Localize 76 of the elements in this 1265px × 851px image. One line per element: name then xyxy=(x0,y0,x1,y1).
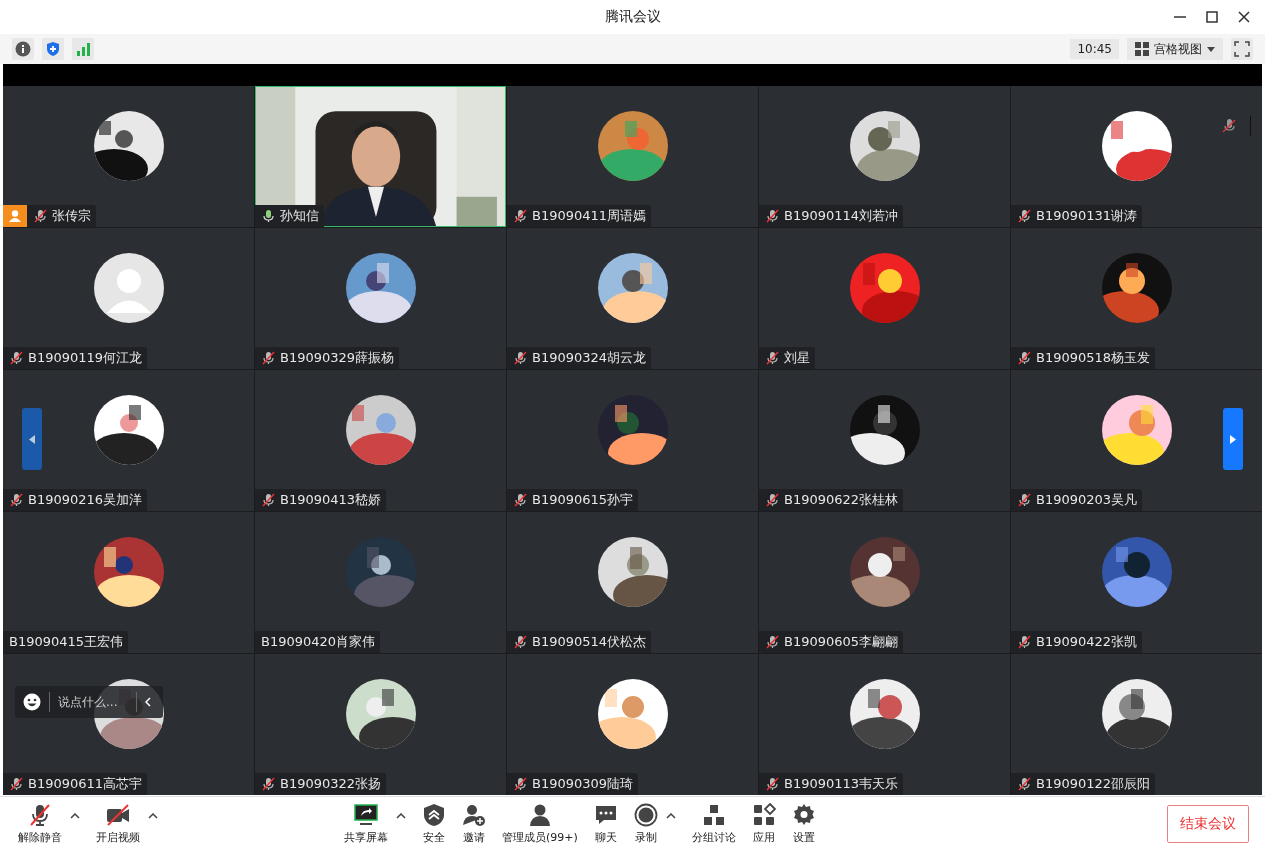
toolbar-button[interactable]: 解除静音 xyxy=(10,803,88,845)
participant-name: B19090411周语嫣 xyxy=(532,207,647,225)
screen-share-icon xyxy=(354,803,378,827)
toolbar-button[interactable]: 分组讨论 xyxy=(683,803,744,845)
chat-input-field[interactable]: 说点什么... xyxy=(58,695,128,709)
participant-name: 张传宗 xyxy=(52,207,91,225)
security-button[interactable] xyxy=(42,38,64,60)
participant-name: 刘星 xyxy=(784,349,810,367)
info-button[interactable] xyxy=(12,38,34,60)
participant-name: B19090413嵇娇 xyxy=(280,491,382,509)
fullscreen-button[interactable] xyxy=(1231,38,1253,60)
chat-bubble-icon xyxy=(593,803,618,827)
chevron-right-icon xyxy=(1230,434,1236,444)
participant-name: B19090611高芯宇 xyxy=(28,775,143,793)
chevron-left-icon xyxy=(29,434,35,444)
end-meeting-button[interactable]: 结束会议 xyxy=(1167,805,1249,843)
close-icon[interactable] xyxy=(1237,10,1251,24)
participant-name: B19090605李翩翩 xyxy=(784,633,899,651)
toolbar-button[interactable]: 管理成员(99+) xyxy=(494,803,586,845)
caret-icon xyxy=(1207,46,1215,52)
toolbar-button[interactable]: 应用 xyxy=(743,803,784,845)
participant-name: B19090518杨玉发 xyxy=(1036,349,1151,367)
microphone-muted-icon xyxy=(28,803,52,827)
record-icon xyxy=(633,803,658,827)
participant-name: B19090131谢涛 xyxy=(1036,207,1138,225)
signal-button[interactable] xyxy=(72,38,94,60)
participant-name: B19090122邵辰阳 xyxy=(1036,775,1151,793)
caret-up-icon xyxy=(396,813,406,819)
grid-icon xyxy=(1135,42,1149,56)
participant-name: B19090309陆琦 xyxy=(532,775,634,793)
meeting-timer: 10:45 xyxy=(1070,39,1119,59)
fullscreen-icon xyxy=(1234,41,1250,57)
participant-name: B19090324胡云龙 xyxy=(532,349,647,367)
maximize-icon[interactable] xyxy=(1205,10,1219,24)
caret-up-icon xyxy=(665,813,676,819)
info-icon xyxy=(15,41,31,57)
settings-icon xyxy=(791,803,816,827)
participant-name: 孙知信 xyxy=(280,207,319,225)
participant-name: B19090420肖家伟 xyxy=(261,633,376,651)
apps-icon xyxy=(751,803,776,827)
next-page-button[interactable] xyxy=(1223,408,1243,470)
participant-name: B19090615孙宇 xyxy=(532,491,634,509)
toolbar-button[interactable]: 设置 xyxy=(783,803,824,845)
window-title: 腾讯会议 xyxy=(603,8,662,26)
participant-name: B19090119何江龙 xyxy=(28,349,143,367)
emoji-icon xyxy=(23,693,41,711)
participant-name: B19090622张桂林 xyxy=(784,491,899,509)
caret-up-icon xyxy=(148,813,158,819)
toolbar-button[interactable]: 录制 xyxy=(625,803,684,845)
toolbar-button[interactable]: 邀请 xyxy=(454,803,494,845)
participant-name: B19090322张扬 xyxy=(280,775,382,793)
participant-name: B19090114刘若冲 xyxy=(784,207,899,225)
participant-name: B19090514伏松杰 xyxy=(532,633,647,651)
participant-name: B19090113韦天乐 xyxy=(784,775,899,793)
camera-off-icon xyxy=(106,803,130,827)
participant-name: B19090422张凯 xyxy=(1036,633,1138,651)
caret-up-icon xyxy=(70,813,80,819)
chevron-left-icon xyxy=(145,697,151,707)
blocks-icon xyxy=(701,803,726,827)
signal-icon xyxy=(75,41,91,57)
toolbar-button[interactable]: 聊天 xyxy=(585,803,626,845)
view-mode-dropdown[interactable]: 宫格视图 xyxy=(1127,38,1223,60)
participant-name: B19090329薛振杨 xyxy=(280,349,395,367)
participant-name: B19090415王宏伟 xyxy=(9,633,124,651)
toolbar-button[interactable]: 开启视频 xyxy=(88,803,166,845)
shield-icon xyxy=(422,803,446,827)
add-person-icon xyxy=(462,803,486,827)
participant-name: B19090216吴加洋 xyxy=(28,491,143,509)
person-icon xyxy=(527,803,552,827)
muted-mic-icon xyxy=(1222,118,1236,134)
toolbar-button[interactable]: 共享屏幕 xyxy=(336,803,414,845)
person-icon xyxy=(8,209,22,223)
toolbar-button[interactable]: 安全 xyxy=(414,803,454,845)
shield-icon xyxy=(45,41,61,57)
participant-name: B19090203吴凡 xyxy=(1036,491,1138,509)
previous-page-button[interactable] xyxy=(22,408,42,470)
